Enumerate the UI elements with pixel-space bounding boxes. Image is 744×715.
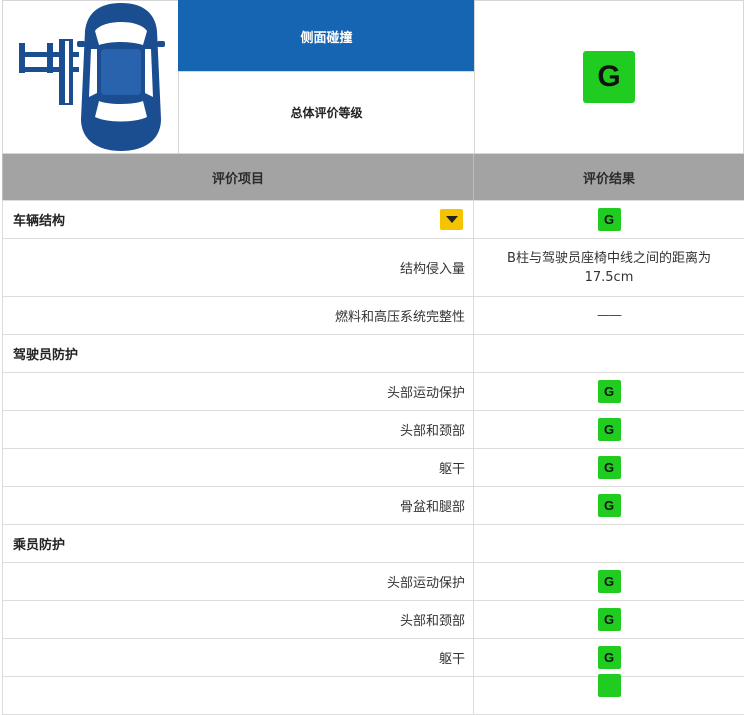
item-label: 躯干 bbox=[438, 652, 465, 667]
grade-badge: G bbox=[597, 418, 621, 441]
column-header-item: 评价项目 bbox=[2, 154, 474, 200]
table-row: 头部运动保护 G bbox=[2, 563, 744, 601]
grade-badge: G bbox=[597, 608, 621, 631]
table-row-partial bbox=[2, 674, 744, 715]
grade-badge-partial bbox=[597, 674, 621, 697]
overall-grade-badge: G bbox=[583, 51, 635, 103]
item-label: 躯干 bbox=[438, 462, 465, 477]
item-result-text: B柱与驾驶员座椅中线之间的距离为17.5cm bbox=[507, 250, 711, 285]
table-row: 头部和颈部 G bbox=[2, 601, 744, 639]
item-label: 结构侵入量 bbox=[399, 262, 465, 277]
item-result-text: —— bbox=[597, 308, 622, 323]
grade-badge: G bbox=[597, 380, 621, 403]
grade-badge: G bbox=[597, 456, 621, 479]
item-label: 头部和颈部 bbox=[399, 424, 465, 439]
item-label: 头部运动保护 bbox=[386, 576, 465, 591]
grade-badge: G bbox=[597, 646, 621, 669]
car-side-impact-icon bbox=[19, 3, 165, 151]
test-title: 侧面碰撞 bbox=[178, 0, 475, 72]
grade-badge: G bbox=[597, 570, 621, 593]
section-row-passenger-protection: 乘员防护 bbox=[2, 525, 744, 563]
section-row-vehicle-structure: 车辆结构 G bbox=[2, 201, 744, 239]
item-label: 燃料和高压系统完整性 bbox=[334, 310, 465, 325]
table-header: 评价项目 评价结果 bbox=[2, 154, 744, 201]
table-row: 骨盆和腿部 G bbox=[2, 487, 744, 525]
section-row-driver-protection: 驾驶员防护 bbox=[2, 335, 744, 373]
table-row: 燃料和高压系统完整性 —— bbox=[2, 297, 744, 335]
table-row: 结构侵入量 B柱与驾驶员座椅中线之间的距离为17.5cm bbox=[2, 239, 744, 297]
section-title: 乘员防护 bbox=[13, 538, 66, 553]
overall-rating-label: 总体评价等级 bbox=[178, 71, 475, 154]
caret-down-icon bbox=[445, 216, 458, 223]
overall-rating-cell: G bbox=[474, 0, 744, 154]
side-impact-diagram bbox=[2, 0, 179, 154]
table-row: 躯干 G bbox=[2, 449, 744, 487]
section-title: 车辆结构 bbox=[13, 214, 66, 229]
expand-dropdown-button[interactable] bbox=[440, 209, 463, 230]
rating-table: 评价项目 评价结果 车辆结构 G 结构侵入量 B柱与驾驶员座椅中线之间的距离为1… bbox=[2, 154, 744, 715]
table-row: 头部和颈部 G bbox=[2, 411, 744, 449]
item-label: 头部运动保护 bbox=[386, 386, 465, 401]
rating-header: 侧面碰撞 总体评价等级 G bbox=[2, 0, 744, 154]
item-label: 骨盆和腿部 bbox=[399, 500, 465, 515]
section-title: 驾驶员防护 bbox=[13, 348, 79, 363]
grade-badge: G bbox=[597, 208, 621, 231]
table-row: 头部运动保护 G bbox=[2, 373, 744, 411]
side-impact-rating-page: 侧面碰撞 总体评价等级 G 评价项目 评价结果 车辆结构 G 结构侵入量 B柱与… bbox=[0, 0, 744, 715]
column-header-result: 评价结果 bbox=[582, 171, 635, 187]
item-label: 头部和颈部 bbox=[399, 614, 465, 629]
table-row: 躯干 G bbox=[2, 639, 744, 677]
grade-badge: G bbox=[597, 494, 621, 517]
